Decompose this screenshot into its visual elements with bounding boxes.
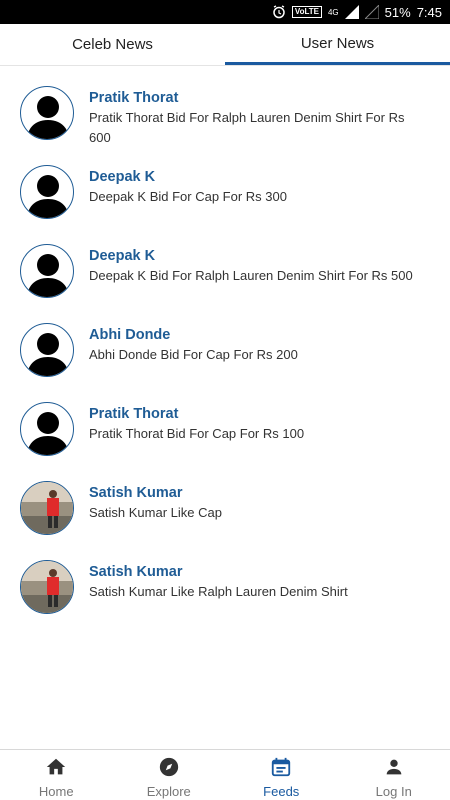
avatar[interactable]: [20, 165, 74, 219]
user-name[interactable]: Pratik Thorat: [89, 88, 425, 108]
user-name[interactable]: Pratik Thorat: [89, 404, 425, 424]
list-item[interactable]: Satish Kumar Satish Kumar Like Ralph Laur…: [0, 560, 450, 639]
calendar-icon: [270, 756, 292, 781]
list-item[interactable]: Pratik Thorat Pratik Thorat Bid For Cap F…: [0, 402, 450, 481]
news-text: Deepak K Deepak K Bid For Ralph Lauren De…: [89, 244, 425, 323]
user-name[interactable]: Deepak K: [89, 167, 425, 187]
network-type: 4G: [327, 7, 339, 17]
news-list: Pratik Thorat Pratik Thorat Bid For Ralph…: [0, 66, 450, 639]
news-description: Abhi Donde Bid For Cap For Rs 200: [89, 347, 298, 362]
tab-celeb-news[interactable]: Celeb News: [0, 24, 225, 65]
news-description: Deepak K Bid For Cap For Rs 300: [89, 189, 287, 204]
news-text: Pratik Thorat Pratik Thorat Bid For Cap F…: [89, 402, 425, 481]
avatar[interactable]: [20, 481, 74, 535]
news-description: Pratik Thorat Bid For Ralph Lauren Denim…: [89, 110, 405, 145]
volte-badge: VoLTE: [291, 6, 322, 18]
user-name[interactable]: Satish Kumar: [89, 562, 425, 582]
battery-level: 51%: [384, 4, 411, 20]
nav-login-label: Log In: [375, 784, 412, 799]
person-icon: [383, 756, 405, 781]
avatar[interactable]: [20, 244, 74, 298]
news-description: Deepak K Bid For Ralph Lauren Denim Shir…: [89, 268, 413, 283]
signal-empty-icon: [364, 5, 379, 19]
nav-explore[interactable]: Explore: [113, 750, 226, 800]
avatar[interactable]: [20, 560, 74, 614]
alarm-icon: [272, 5, 286, 19]
nav-login[interactable]: Log In: [338, 750, 450, 800]
list-item[interactable]: Deepak K Deepak K Bid For Cap For Rs 300: [0, 165, 450, 244]
home-icon: [45, 756, 67, 781]
clock: 7:45: [416, 4, 442, 20]
list-item[interactable]: Satish Kumar Satish Kumar Like Cap: [0, 481, 450, 560]
news-text: Pratik Thorat Pratik Thorat Bid For Ralph…: [89, 86, 425, 165]
signal-icon: [344, 5, 359, 19]
news-description: Satish Kumar Like Ralph Lauren Denim Shi…: [89, 584, 348, 599]
nav-home[interactable]: Home: [0, 750, 113, 800]
news-text: Satish Kumar Satish Kumar Like Ralph Laur…: [89, 560, 425, 639]
list-item[interactable]: Pratik Thorat Pratik Thorat Bid For Ralph…: [0, 86, 450, 165]
news-text: Deepak K Deepak K Bid For Cap For Rs 300: [89, 165, 425, 244]
status-bar: VoLTE 4G 51% 7:45: [0, 0, 450, 24]
nav-feeds[interactable]: Feeds: [225, 750, 338, 800]
tab-user-news[interactable]: User News: [225, 24, 450, 65]
user-name[interactable]: Deepak K: [89, 246, 425, 266]
nav-feeds-label: Feeds: [263, 784, 300, 799]
news-description: Satish Kumar Like Cap: [89, 505, 222, 520]
avatar[interactable]: [20, 86, 74, 140]
user-name[interactable]: Abhi Donde: [89, 325, 425, 345]
user-name[interactable]: Satish Kumar: [89, 483, 425, 503]
news-tabs: Celeb News User News: [0, 24, 450, 66]
nav-home-label: Home: [38, 784, 74, 799]
avatar[interactable]: [20, 402, 74, 456]
compass-icon: [158, 756, 180, 781]
news-description: Pratik Thorat Bid For Cap For Rs 100: [89, 426, 305, 441]
nav-explore-label: Explore: [146, 784, 191, 799]
avatar[interactable]: [20, 323, 74, 377]
news-text: Abhi Donde Abhi Donde Bid For Cap For Rs …: [89, 323, 425, 402]
news-text: Satish Kumar Satish Kumar Like Cap: [89, 481, 425, 560]
list-item[interactable]: Deepak K Deepak K Bid For Ralph Lauren De…: [0, 244, 450, 323]
list-item[interactable]: Abhi Donde Abhi Donde Bid For Cap For Rs …: [0, 323, 450, 402]
bottom-navigation: Home Explore Feeds Log In: [0, 749, 450, 800]
